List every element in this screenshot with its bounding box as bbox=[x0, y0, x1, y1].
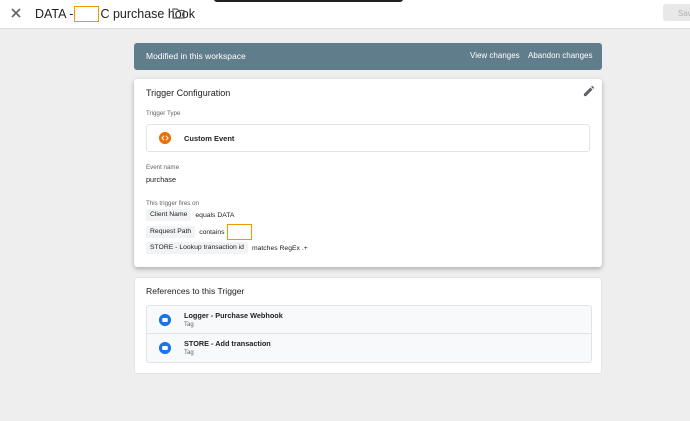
condition-operator: contains bbox=[199, 228, 225, 236]
condition-row: Request Path contains bbox=[146, 224, 252, 240]
overlay-bar bbox=[214, 0, 403, 2]
view-changes-link[interactable]: View changes bbox=[470, 51, 520, 60]
tag-icon bbox=[159, 342, 171, 354]
condition-row: STORE - Lookup transaction id matches Re… bbox=[146, 242, 308, 254]
event-name-value: purchase bbox=[146, 175, 177, 184]
condition-operator: equals DATA bbox=[195, 211, 235, 219]
abandon-changes-link[interactable]: Abandon changes bbox=[528, 51, 593, 60]
references-card: References to this Trigger Logger - Purc… bbox=[134, 277, 602, 374]
reference-item-logger[interactable]: Logger - Purchase Webhook Tag bbox=[146, 305, 592, 334]
condition-variable: STORE - Lookup transaction id bbox=[146, 242, 248, 254]
folder-icon[interactable] bbox=[172, 7, 185, 19]
close-icon[interactable] bbox=[9, 6, 23, 20]
save-button[interactable]: Save bbox=[663, 4, 690, 21]
reference-type: Tag bbox=[184, 350, 194, 356]
references-title: References to this Trigger bbox=[146, 286, 245, 296]
tag-icon bbox=[159, 314, 171, 326]
trigger-configuration-card[interactable]: Trigger Configuration Trigger Type Custo… bbox=[134, 79, 602, 267]
reference-name: Logger - Purchase Webhook bbox=[184, 311, 283, 320]
trigger-type-selector[interactable]: Custom Event bbox=[146, 124, 590, 152]
reference-item-store[interactable]: STORE - Add transaction Tag bbox=[146, 334, 592, 363]
condition-variable: Client Name bbox=[146, 209, 192, 221]
trigger-type-label: Trigger Type bbox=[146, 110, 181, 117]
condition-row: Client Name equals DATA bbox=[146, 209, 234, 221]
workspace-banner: Modified in this workspace View changes … bbox=[134, 43, 602, 70]
fires-on-label: This trigger fires on bbox=[146, 200, 199, 207]
title-prefix: DATA - bbox=[35, 6, 74, 21]
condition-variable: Request Path bbox=[146, 226, 196, 238]
page-title: DATA - C purchase hook bbox=[35, 6, 195, 22]
pencil-icon[interactable] bbox=[583, 86, 594, 97]
trigger-type-value: Custom Event bbox=[184, 134, 235, 143]
top-bar: DATA - C purchase hook Save bbox=[0, 0, 690, 29]
redacted-condition-value bbox=[226, 224, 252, 240]
reference-type: Tag bbox=[184, 322, 194, 328]
reference-name: STORE - Add transaction bbox=[184, 339, 271, 348]
card-title: Trigger Configuration bbox=[146, 88, 231, 98]
condition-operator: matches RegEx .+ bbox=[251, 244, 308, 252]
workspace-banner-message: Modified in this workspace bbox=[146, 51, 246, 61]
custom-event-icon bbox=[159, 132, 171, 144]
event-name-label: Event name bbox=[146, 164, 180, 171]
redacted-title-segment bbox=[74, 6, 100, 22]
